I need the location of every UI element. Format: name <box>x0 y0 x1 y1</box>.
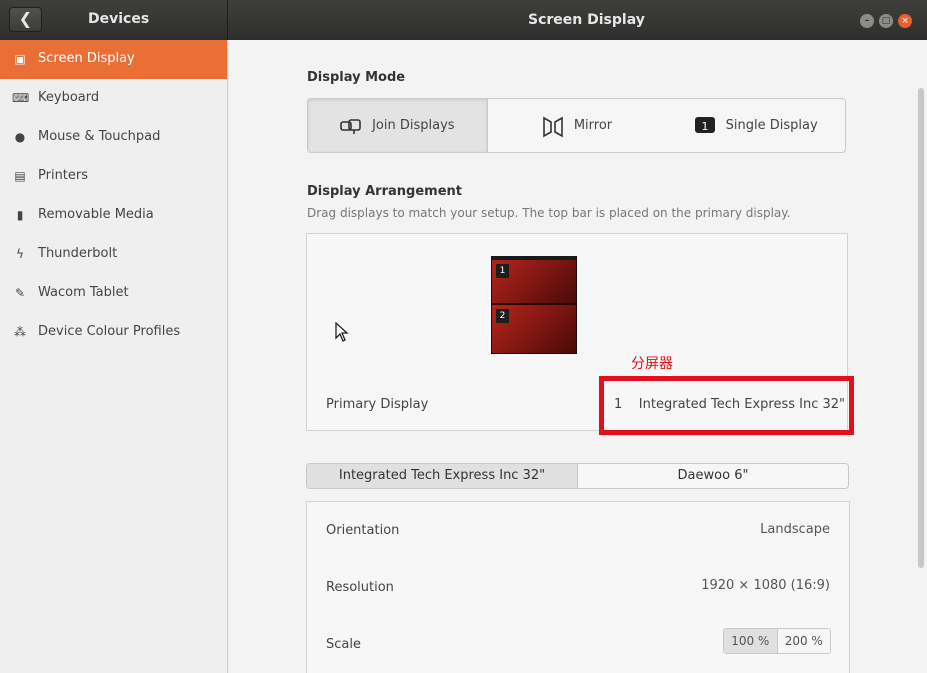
annotation-highlight-box <box>599 376 854 435</box>
sidebar-item-keyboard[interactable]: ⌨ Keyboard <box>0 79 227 118</box>
sidebar-item-mouse-touchpad[interactable]: ● Mouse & Touchpad <box>0 118 227 157</box>
join-displays-label: Join Displays <box>372 118 455 133</box>
window-title: Screen Display <box>528 12 645 28</box>
title-bar: ❮ Devices Screen Display – □ × <box>0 0 927 40</box>
scrollbar[interactable] <box>918 88 924 568</box>
scale-selector: 100 % 200 % <box>723 628 831 654</box>
minimize-button[interactable]: – <box>860 14 874 28</box>
main-panel: Display Mode Join Displays Mirror 1 Sing… <box>229 40 927 673</box>
single-display-icon: 1 <box>694 116 716 136</box>
maximize-button[interactable]: □ <box>879 14 893 28</box>
sidebar: ▣ Screen Display ⌨ Keyboard ● Mouse & To… <box>0 40 228 673</box>
sidebar-item-label: Keyboard <box>38 90 100 105</box>
orientation-value[interactable]: Landscape <box>760 522 830 537</box>
scale-label: Scale <box>326 637 361 652</box>
sidebar-item-label: Thunderbolt <box>38 246 118 261</box>
sidebar-item-label: Mouse & Touchpad <box>38 129 161 144</box>
sidebar-item-wacom-tablet[interactable]: ✎ Wacom Tablet <box>0 274 227 313</box>
maximize-icon: □ <box>881 16 891 26</box>
sidebar-item-label: Removable Media <box>38 207 154 222</box>
scale-200-button[interactable]: 200 % <box>777 629 830 653</box>
sidebar-item-label: Screen Display <box>38 51 135 66</box>
primary-display-label: Primary Display <box>326 397 429 412</box>
mirror-icon <box>542 116 564 137</box>
single-display-label: Single Display <box>725 118 818 133</box>
annotation-text: 分屏器 <box>631 356 673 372</box>
mouse-pointer-icon <box>335 321 349 346</box>
tab-display-1[interactable]: Integrated Tech Express Inc 32" <box>307 464 578 488</box>
usb-icon: ▮ <box>16 208 24 222</box>
sidebar-item-printers[interactable]: ▤ Printers <box>0 157 227 196</box>
sidebar-item-label: Printers <box>38 168 89 183</box>
mirror-button[interactable]: Mirror <box>488 99 667 152</box>
devices-title: Devices <box>88 11 150 27</box>
sidebar-item-screen-display[interactable]: ▣ Screen Display <box>0 40 227 79</box>
color-profile-icon: ⁂ <box>14 325 26 339</box>
monitor-1[interactable]: 1 <box>491 256 577 304</box>
display-mode-heading: Display Mode <box>307 70 406 85</box>
sidebar-item-label: Device Colour Profiles <box>38 324 181 339</box>
join-displays-button[interactable]: Join Displays <box>308 99 488 152</box>
display-arrangement-heading: Display Arrangement <box>307 184 462 199</box>
arrangement-description: Drag displays to match your setup. The t… <box>307 206 791 220</box>
sidebar-item-thunderbolt[interactable]: ϟ Thunderbolt <box>0 235 227 274</box>
orientation-label: Orientation <box>326 523 400 538</box>
sidebar-item-removable-media[interactable]: ▮ Removable Media <box>0 196 227 235</box>
monitor-2[interactable]: 2 <box>491 304 577 354</box>
back-button[interactable]: ❮ <box>9 7 42 32</box>
close-icon: × <box>901 16 909 26</box>
display-tabs: Integrated Tech Express Inc 32" Daewoo 6… <box>306 463 849 489</box>
titlebar-divider <box>227 0 228 40</box>
monitor-number: 1 <box>496 264 509 278</box>
mirror-label: Mirror <box>573 118 613 133</box>
sidebar-item-device-colour-profiles[interactable]: ⁂ Device Colour Profiles <box>0 313 227 352</box>
join-displays-icon <box>340 116 362 136</box>
resolution-label: Resolution <box>326 580 394 595</box>
single-display-badge: 1 <box>701 120 708 133</box>
back-arrow-icon: ❮ <box>18 9 33 28</box>
mouse-icon: ● <box>14 130 26 144</box>
printer-icon: ▤ <box>14 169 26 183</box>
display-settings: Orientation Landscape Resolution 1920 × … <box>306 501 850 673</box>
monitor-number: 2 <box>496 309 509 323</box>
single-display-button[interactable]: 1 Single Display <box>666 99 845 152</box>
scale-100-button[interactable]: 100 % <box>724 629 778 653</box>
thunderbolt-icon: ϟ <box>16 247 24 261</box>
tab-display-2[interactable]: Daewoo 6" <box>578 464 848 488</box>
keyboard-icon: ⌨ <box>12 91 30 105</box>
close-button[interactable]: × <box>898 14 912 28</box>
tablet-icon: ✎ <box>14 286 26 300</box>
display-icon: ▣ <box>14 52 26 66</box>
display-mode-selector: Join Displays Mirror 1 Single Display <box>307 98 846 153</box>
minimize-icon: – <box>864 16 870 26</box>
sidebar-item-label: Wacom Tablet <box>38 285 129 300</box>
resolution-value[interactable]: 1920 × 1080 (16:9) <box>701 578 830 593</box>
